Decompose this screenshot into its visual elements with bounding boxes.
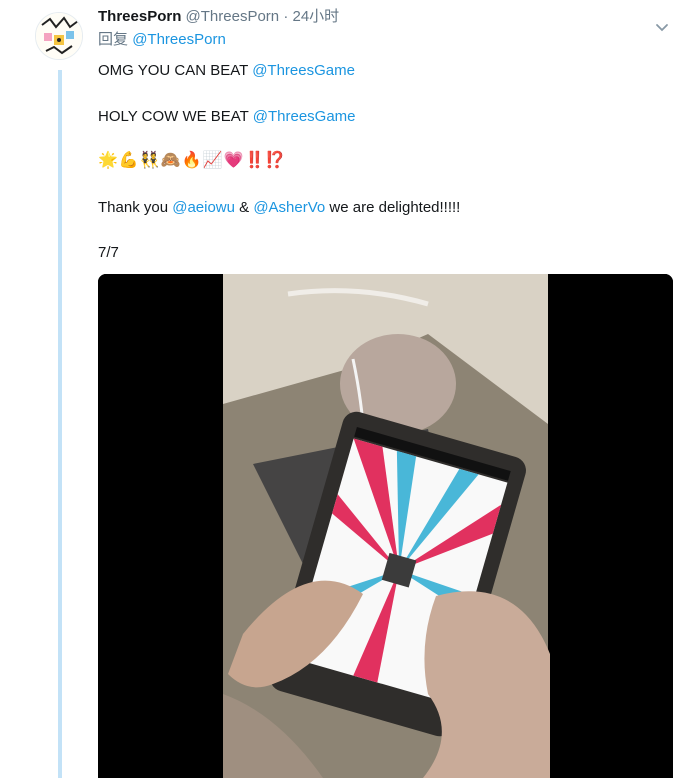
mention-ashervo[interactable]: @AsherVo xyxy=(253,199,325,216)
reply-context: 回复 @ThreesPorn xyxy=(98,30,678,50)
display-name[interactable]: ThreesPorn xyxy=(98,8,181,25)
line-1-text: OMG YOU CAN BEAT xyxy=(98,62,253,79)
avatar-image xyxy=(36,13,82,59)
tweet-line-1: OMG YOU CAN BEAT @ThreesGame xyxy=(98,61,355,81)
reply-mention[interactable]: @ThreesPorn xyxy=(132,31,226,48)
tweet: ThreesPorn @ThreesPorn · 24小时 回复 @Threes… xyxy=(98,8,678,261)
emoji-exclamation: ‼️⁉️ xyxy=(244,152,287,169)
thanks-text-1: Thank you xyxy=(98,199,173,216)
tweet-header: ThreesPorn @ThreesPorn · 24小时 xyxy=(98,8,678,26)
separator-dot: · xyxy=(283,8,289,25)
timestamp[interactable]: 24小时 xyxy=(292,8,339,25)
video-thumbnail[interactable] xyxy=(98,274,673,778)
avatar[interactable] xyxy=(35,12,83,60)
reply-prefix: 回复 xyxy=(98,31,129,48)
thanks-text-2: & xyxy=(234,199,254,216)
chevron-down-icon[interactable] xyxy=(654,20,670,36)
thread-counter: 7/7 xyxy=(98,244,119,261)
mention-threesgame[interactable]: @ThreesGame xyxy=(252,62,355,79)
mention-threesgame[interactable]: @ThreesGame xyxy=(253,108,356,125)
thanks-text-3: we are delighted!!!!! xyxy=(325,199,461,216)
thread-connector-line xyxy=(58,70,62,778)
emoji-sequence: 🌟💪👯🙈🔥📈💗 xyxy=(98,152,245,169)
user-handle[interactable]: @ThreesPorn xyxy=(186,8,280,25)
emoji-line: 🌟💪👯🙈🔥📈💗‼️⁉️ xyxy=(98,151,286,171)
tweet-line-2: HOLY COW WE BEAT @ThreesGame xyxy=(98,107,356,127)
video-frame xyxy=(98,274,673,778)
line-2-text: HOLY COW WE BEAT xyxy=(98,108,253,125)
tweet-line-thanks: Thank you @aeiowu & @AsherVo we are deli… xyxy=(98,198,460,218)
mention-aeiowu[interactable]: @aeiowu xyxy=(172,199,235,216)
